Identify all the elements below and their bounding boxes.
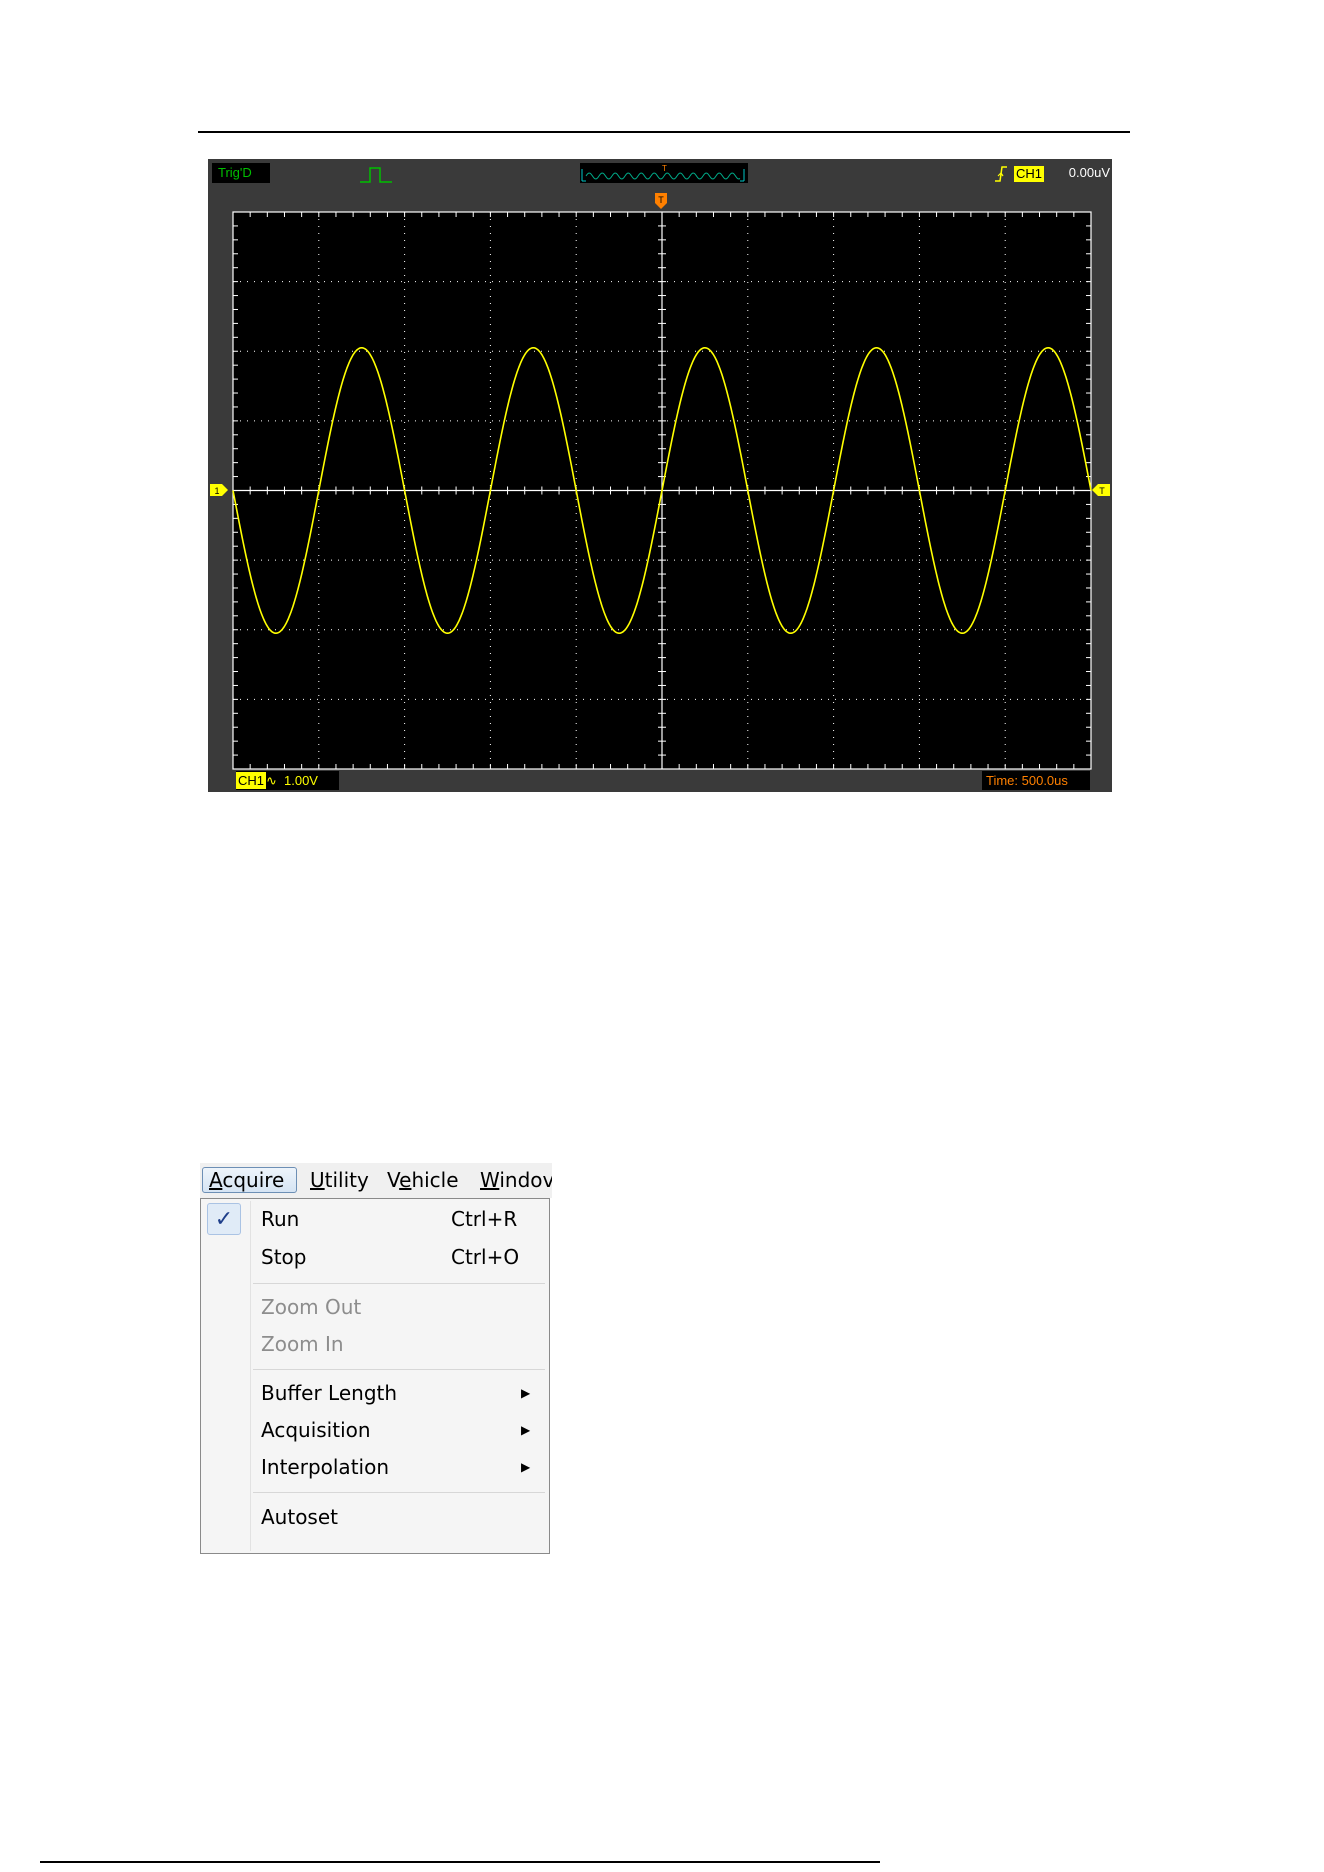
menu-item-label: Buffer Length: [261, 1381, 398, 1405]
submenu-arrow-icon: ▶: [521, 1423, 531, 1437]
menu-item-shortcut: Ctrl+R: [451, 1207, 518, 1231]
menu-acquire-rest: cquire: [222, 1168, 285, 1192]
menu-item-autoset[interactable]: Autoset: [201, 1499, 549, 1535]
submenu-arrow-icon: ▶: [521, 1386, 531, 1400]
menu-item-acquisition[interactable]: Acquisition ▶: [201, 1412, 549, 1448]
menu-item-label: Run: [261, 1207, 300, 1231]
menu-vehicle[interactable]: Vehicle: [387, 1167, 459, 1193]
menu-item-label: Zoom In: [261, 1332, 344, 1356]
menu-separator: [253, 1283, 545, 1284]
ch1-scale-readout[interactable]: CH1 ∿ 1.00V: [236, 771, 339, 790]
menu-vehicle-mnemonic: e: [399, 1168, 412, 1192]
menu-item-zoom-in[interactable]: Zoom In: [201, 1326, 549, 1362]
menu-window-mnemonic: W: [480, 1168, 500, 1192]
menu-item-buffer-length[interactable]: Buffer Length ▶: [201, 1375, 549, 1411]
menu-item-label: Stop: [261, 1245, 307, 1269]
svg-text:T: T: [658, 195, 664, 205]
menu-item-label: Interpolation: [261, 1455, 389, 1479]
menu-utility-rest: tility: [324, 1168, 369, 1192]
menu-window[interactable]: Windov: [480, 1167, 552, 1193]
menu-item-run[interactable]: ✓ Run Ctrl+R: [201, 1201, 549, 1237]
menu-acquire-mnemonic: A: [209, 1168, 223, 1192]
volts-per-div: 1.00V: [284, 773, 318, 788]
menu-utility-mnemonic: U: [310, 1168, 325, 1192]
menu-utility[interactable]: Utility: [310, 1167, 369, 1193]
page-top-rule: [198, 131, 1130, 133]
svg-text:T: T: [1099, 486, 1105, 496]
ch1-label: CH1: [236, 772, 267, 789]
menu-item-zoom-out[interactable]: Zoom Out: [201, 1289, 549, 1325]
waveform-display[interactable]: T 1 T: [208, 159, 1112, 792]
acquire-menu-screenshot: Acquire Utility Vehicle Windov ✓ Run Ctr…: [200, 1163, 552, 1555]
menu-vehicle-pre: V: [387, 1168, 400, 1192]
trigger-level-marker[interactable]: T: [1092, 484, 1110, 496]
timebase-readout[interactable]: Time: 500.0us: [982, 771, 1090, 790]
menu-item-label: Zoom Out: [261, 1295, 362, 1319]
page-bottom-rule: [40, 1861, 880, 1863]
menu-item-interpolation[interactable]: Interpolation ▶: [201, 1449, 549, 1485]
menu-vehicle-rest: hicle: [411, 1168, 459, 1192]
scope-info-bar: CH1 ∿ 1.00V Time: 500.0us: [208, 769, 1112, 792]
trigger-position-marker[interactable]: T: [655, 193, 667, 209]
menu-separator: [253, 1369, 545, 1370]
menu-window-rest: indov: [499, 1168, 552, 1192]
submenu-arrow-icon: ▶: [521, 1460, 531, 1474]
acquire-dropdown: ✓ Run Ctrl+R Stop Ctrl+O Zoom Out Zoom I…: [200, 1198, 550, 1554]
menu-item-label: Autoset: [261, 1505, 339, 1529]
menu-item-stop[interactable]: Stop Ctrl+O: [201, 1239, 549, 1275]
svg-text:1: 1: [214, 486, 219, 496]
check-icon: ✓: [207, 1203, 241, 1235]
ac-coupling-icon: ∿: [266, 773, 277, 788]
menubar: Acquire Utility Vehicle Windov: [200, 1163, 552, 1198]
menu-item-shortcut: Ctrl+O: [451, 1245, 520, 1269]
ch1-offset-marker[interactable]: 1: [210, 484, 228, 496]
menu-separator: [253, 1492, 545, 1493]
menu-acquire[interactable]: Acquire: [202, 1167, 297, 1193]
menu-item-label: Acquisition: [261, 1418, 371, 1442]
oscilloscope-window: Trig'D T CH1 0.00uV T 1 T CH1 ∿ 1.00V Ti…: [208, 159, 1112, 792]
